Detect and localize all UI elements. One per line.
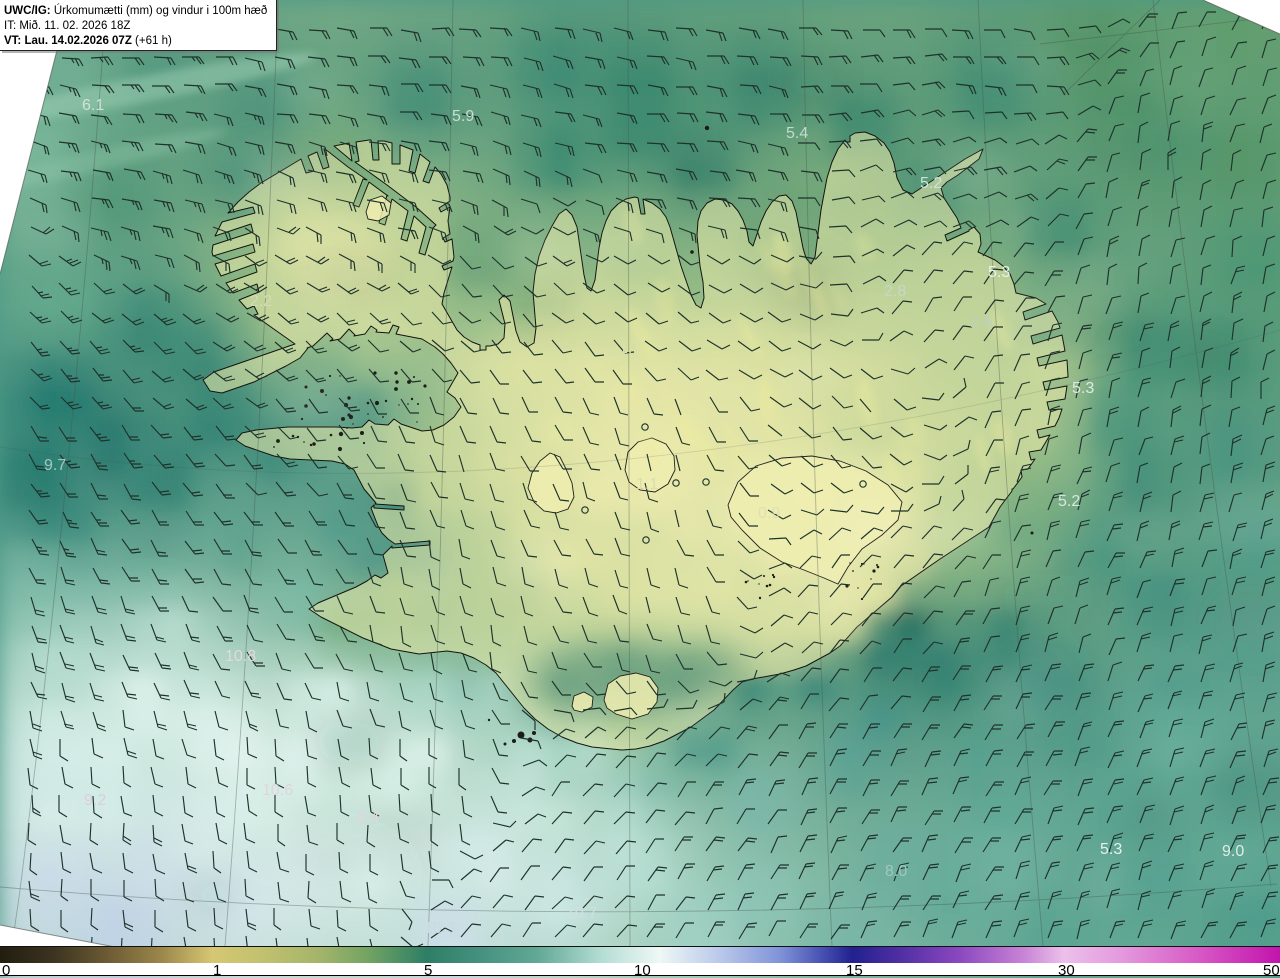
svg-text:10.6: 10.6: [262, 782, 293, 799]
svg-text:6.1: 6.1: [82, 97, 104, 114]
svg-text:2.6: 2.6: [970, 314, 992, 331]
svg-text:5.4: 5.4: [786, 125, 808, 142]
svg-text:1.7: 1.7: [619, 340, 641, 357]
svg-text:5.3: 5.3: [1072, 380, 1094, 397]
svg-text:9.7: 9.7: [44, 457, 66, 474]
svg-text:5.9: 5.9: [452, 108, 474, 125]
svg-text:10.3: 10.3: [424, 920, 455, 937]
svg-text:2.8: 2.8: [884, 283, 906, 300]
svg-text:2.2: 2.2: [250, 293, 272, 310]
svg-text:10.7: 10.7: [566, 905, 597, 922]
svg-text:8.0: 8.0: [885, 863, 907, 880]
svg-text:9.2: 9.2: [84, 792, 106, 809]
svg-text:1.1: 1.1: [636, 476, 658, 493]
svg-text:0.9: 0.9: [758, 505, 780, 522]
svg-text:5.3: 5.3: [988, 264, 1010, 281]
svg-text:5.2: 5.2: [1058, 493, 1080, 510]
svg-text:9.0: 9.0: [1222, 843, 1244, 860]
svg-text:5.2: 5.2: [920, 175, 942, 192]
svg-text:5.3: 5.3: [1100, 841, 1122, 858]
svg-text:10.8: 10.8: [225, 648, 256, 665]
svg-text:8.4: 8.4: [357, 809, 379, 826]
